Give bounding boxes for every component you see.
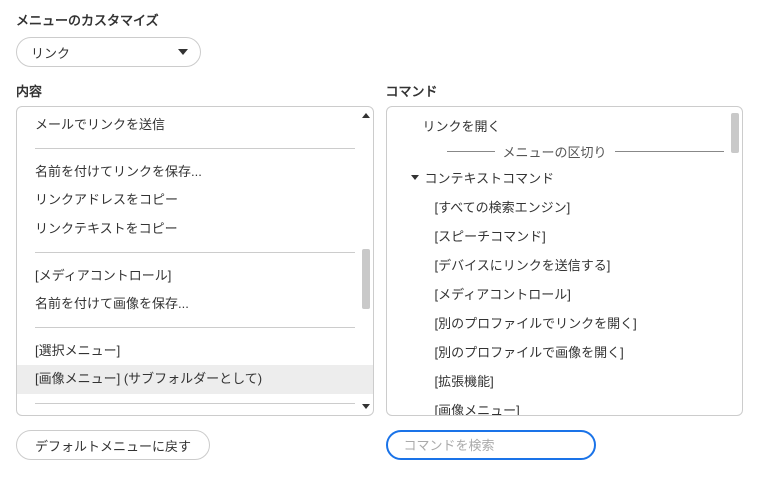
reset-default-button[interactable]: デフォルトメニューに戻す	[16, 430, 210, 460]
context-commands-label: コンテキストコマンド	[425, 168, 555, 187]
divider	[35, 327, 355, 328]
left-column-title: 内容	[16, 81, 374, 100]
scroll-down-icon[interactable]	[362, 404, 370, 409]
list-item[interactable]: [拡張機能]	[17, 413, 373, 416]
command-listbox: リンクを開くメニューの区切りコンテキストコマンド [すべての検索エンジン][スピー…	[386, 106, 744, 416]
list-item[interactable]: [選択メニュー]	[17, 337, 373, 365]
command-item[interactable]: [メディアコントロール]	[387, 279, 743, 308]
command-item[interactable]: [すべての検索エンジン]	[387, 192, 743, 221]
panel-title: メニューのカスタマイズ	[16, 10, 743, 29]
category-dropdown-value: リンク	[31, 43, 70, 62]
command-search-field[interactable]	[402, 437, 580, 454]
command-item[interactable]: [別のプロファイルで画像を開く]	[387, 337, 743, 366]
right-scrollbar-thumb[interactable]	[731, 113, 739, 153]
command-list[interactable]: リンクを開くメニューの区切りコンテキストコマンド [すべての検索エンジン][スピー…	[387, 107, 743, 415]
left-scrollbar[interactable]	[361, 109, 371, 413]
list-item[interactable]: リンクテキストをコピー	[17, 215, 373, 243]
command-item[interactable]: [別のプロファイルでリンクを開く]	[387, 308, 743, 337]
divider	[35, 252, 355, 253]
command-item[interactable]: [拡張機能]	[387, 366, 743, 395]
list-item[interactable]: メールでリンクを送信	[17, 111, 373, 139]
category-dropdown[interactable]: リンク	[16, 37, 201, 67]
command-item[interactable]: リンクを開く	[387, 111, 743, 140]
chevron-down-icon	[411, 175, 419, 180]
divider	[35, 403, 355, 404]
menu-customize-panel: メニューのカスタマイズ リンク 内容 メールでリンクを送信名前を付けてリンクを保…	[0, 0, 759, 476]
list-item[interactable]: 名前を付けて画像を保存...	[17, 290, 373, 318]
context-commands-group[interactable]: コンテキストコマンド	[387, 163, 743, 192]
chevron-down-icon	[178, 49, 188, 55]
content-list[interactable]: メールでリンクを送信名前を付けてリンクを保存...リンクアドレスをコピーリンクテ…	[17, 107, 373, 415]
right-column-title: コマンド	[386, 81, 744, 100]
scroll-up-icon[interactable]	[362, 113, 370, 118]
list-item[interactable]: 名前を付けてリンクを保存...	[17, 158, 373, 186]
command-item[interactable]: [画像メニュー]	[387, 395, 743, 415]
right-scrollbar[interactable]	[730, 109, 740, 413]
divider	[35, 148, 355, 149]
separator-line	[447, 151, 495, 152]
command-item[interactable]: [デバイスにリンクを送信する]	[387, 250, 743, 279]
separator-label: メニューの区切り	[503, 142, 607, 161]
menu-separator-row[interactable]: メニューの区切り	[387, 140, 743, 163]
list-item[interactable]: [メディアコントロール]	[17, 262, 373, 290]
command-item[interactable]: [スピーチコマンド]	[387, 221, 743, 250]
left-scrollbar-thumb[interactable]	[362, 249, 370, 309]
command-search-input[interactable]	[386, 430, 596, 460]
list-item[interactable]: リンクアドレスをコピー	[17, 186, 373, 214]
reset-default-label: デフォルトメニューに戻す	[35, 436, 191, 455]
content-listbox: メールでリンクを送信名前を付けてリンクを保存...リンクアドレスをコピーリンクテ…	[16, 106, 374, 416]
list-item[interactable]: [画像メニュー] (サブフォルダーとして)	[17, 365, 373, 393]
separator-line	[615, 151, 724, 152]
